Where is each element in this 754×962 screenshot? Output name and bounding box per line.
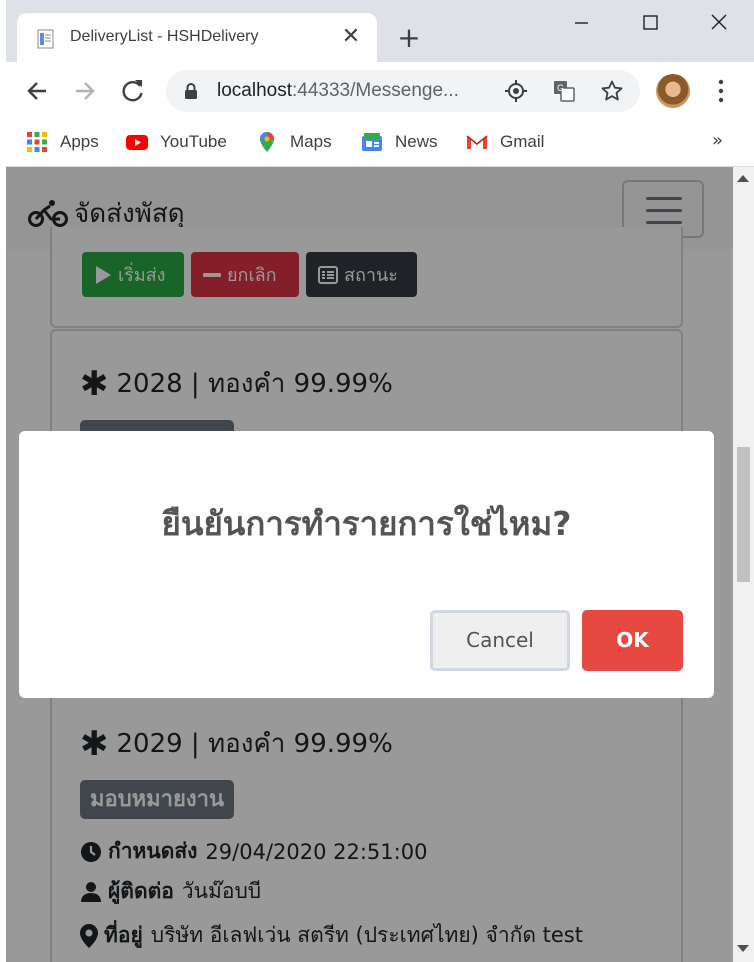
scrollbar-thumb[interactable] xyxy=(737,447,750,582)
page-scrollbar[interactable] xyxy=(733,167,754,962)
dialog-title: ยืนยันการทำรายการใช่ไหม? xyxy=(161,504,572,543)
page-viewport: จัดส่งพัสดุ เริ่มส่ง ยกเลิก สถานะ ✱ 2028… xyxy=(6,167,733,962)
more-menu-icon[interactable] xyxy=(716,76,726,106)
reload-icon[interactable] xyxy=(118,76,148,106)
confirm-dialog: ยืนยันการทำรายการใช่ไหม? Cancel OK xyxy=(19,431,714,698)
bookmark-news[interactable]: News xyxy=(361,129,438,155)
profile-avatar[interactable] xyxy=(656,74,690,108)
forward-icon[interactable] xyxy=(70,76,100,106)
url-host: localhost xyxy=(217,80,292,101)
bookmark-label: YouTube xyxy=(160,132,227,151)
bookmark-maps[interactable]: Maps xyxy=(256,129,332,155)
new-tab-icon[interactable]: + xyxy=(395,24,423,52)
address-bar[interactable]: localhost:44333/Messenge... G xyxy=(166,70,640,112)
browser-chrome: DeliveryList - HSHDelivery ✕ + localhost… xyxy=(0,0,754,167)
url-path: :44333/Messenge... xyxy=(292,80,459,101)
tab-close-icon[interactable]: ✕ xyxy=(339,25,363,49)
tab-title: DeliveryList - HSHDelivery xyxy=(70,28,259,45)
browser-tab[interactable]: DeliveryList - HSHDelivery ✕ xyxy=(17,13,377,62)
bookmark-apps[interactable]: Apps xyxy=(26,129,99,155)
url-text[interactable]: localhost:44333/Messenge... xyxy=(217,80,459,102)
scroll-down-icon[interactable] xyxy=(737,945,749,952)
dialog-cancel-button[interactable]: Cancel xyxy=(430,610,570,671)
page-favicon-icon xyxy=(37,29,54,49)
news-icon xyxy=(362,133,382,151)
maximize-icon[interactable] xyxy=(635,10,665,36)
svg-text:G: G xyxy=(557,83,564,93)
scroll-up-icon[interactable] xyxy=(737,175,749,182)
bookmark-label: Apps xyxy=(60,132,99,151)
bookmark-label: News xyxy=(395,132,438,151)
lock-icon[interactable] xyxy=(184,82,198,100)
back-icon[interactable] xyxy=(22,76,52,106)
bookmark-label: Gmail xyxy=(500,132,545,151)
gmail-icon xyxy=(466,135,488,149)
translate-icon[interactable]: G xyxy=(552,79,576,103)
tab-strip: DeliveryList - HSHDelivery ✕ + xyxy=(0,0,754,62)
bookmark-star-icon[interactable] xyxy=(600,79,624,103)
dialog-ok-button[interactable]: OK xyxy=(582,610,683,671)
bookmark-label: Maps xyxy=(290,132,332,151)
more-bookmarks-icon[interactable]: » xyxy=(712,130,723,151)
youtube-icon xyxy=(126,135,148,150)
location-target-icon[interactable] xyxy=(504,79,528,103)
minimize-icon[interactable] xyxy=(566,10,596,36)
maps-icon xyxy=(260,132,274,152)
browser-toolbar: localhost:44333/Messenge... G xyxy=(0,62,754,120)
apps-grid-icon xyxy=(27,132,47,152)
bookmark-gmail[interactable]: Gmail xyxy=(466,129,544,155)
bookmarks-bar: Apps YouTube Maps News Gmail » xyxy=(0,120,754,167)
close-window-icon[interactable] xyxy=(704,10,734,36)
bookmark-youtube[interactable]: YouTube xyxy=(126,129,227,155)
